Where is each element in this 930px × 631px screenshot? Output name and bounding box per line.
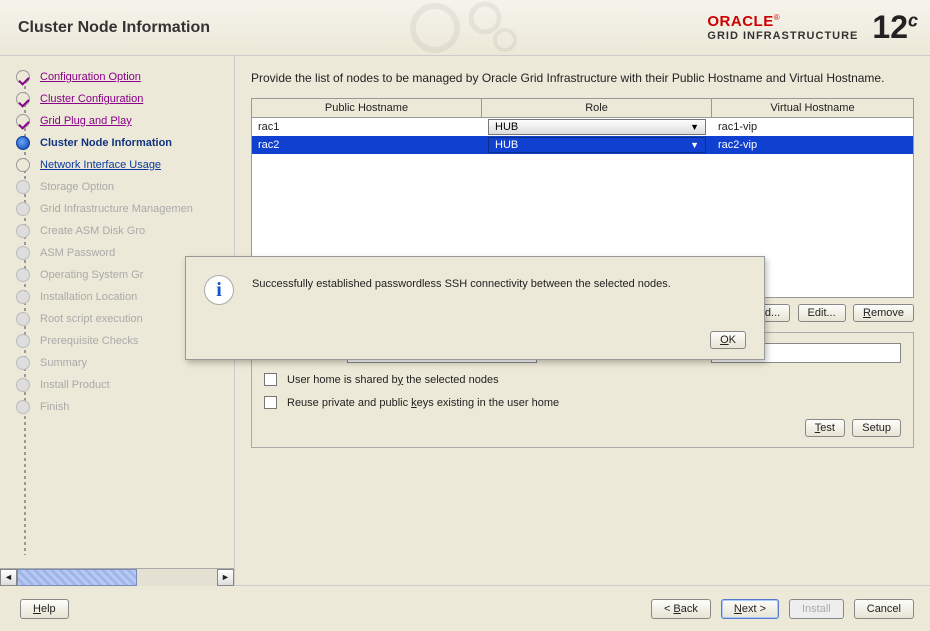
step-dot-icon: [16, 290, 30, 304]
step-dot-icon: [16, 268, 30, 282]
sidebar-scrollbar[interactable]: ◄ ►: [0, 568, 234, 585]
step-dot-icon: [16, 92, 30, 106]
col-header-public[interactable]: Public Hostname: [252, 99, 482, 117]
step-dot-icon: [16, 312, 30, 326]
step-dot-icon: [16, 180, 30, 194]
step-grid-infra-management: Grid Infrastructure Managemen: [0, 198, 234, 220]
info-icon: i: [204, 275, 234, 305]
back-button[interactable]: < Back: [651, 599, 711, 619]
step-dot-icon: [16, 356, 30, 370]
cell-role[interactable]: HUB ▼: [482, 136, 712, 154]
help-button[interactable]: Help: [20, 599, 69, 619]
brand-oracle: ORACLE: [707, 13, 773, 30]
table-row[interactable]: rac1 HUB ▼ rac1-vip: [252, 118, 913, 136]
table-row[interactable]: rac2 HUB ▼ rac2-vip: [252, 136, 913, 154]
edit-button[interactable]: Edit...: [798, 304, 846, 322]
next-button[interactable]: Next >: [721, 599, 779, 619]
cell-role[interactable]: HUB ▼: [482, 118, 712, 136]
step-dot-icon: [16, 246, 30, 260]
instruction-text: Provide the list of nodes to be managed …: [251, 70, 914, 86]
scroll-thumb[interactable]: [17, 569, 137, 586]
shared-home-label: User home is shared by the selected node…: [287, 374, 499, 386]
step-finish: Finish: [0, 396, 234, 418]
reuse-keys-label: Reuse private and public keys existing i…: [287, 397, 559, 409]
step-create-asm-disk-group: Create ASM Disk Gro: [0, 220, 234, 242]
role-value: HUB: [495, 139, 518, 151]
oracle-logo: ORACLE® GRID INFRASTRUCTURE 12c: [707, 9, 918, 46]
decorative-gears: [375, 0, 555, 55]
cell-virtual-hostname: rac1-vip: [712, 120, 913, 134]
table-header: Public Hostname Role Virtual Hostname: [252, 99, 913, 118]
ssh-panel-buttons: Test Setup: [264, 419, 901, 437]
page-title: Cluster Node Information: [18, 19, 210, 37]
cancel-button[interactable]: Cancel: [854, 599, 914, 619]
step-dot-icon: [16, 70, 30, 84]
step-dot-icon: [16, 224, 30, 238]
step-storage-option: Storage Option: [0, 176, 234, 198]
shared-home-checkbox[interactable]: [264, 373, 277, 386]
setup-button[interactable]: Setup: [852, 419, 901, 437]
ok-button[interactable]: OK: [710, 331, 746, 349]
reuse-keys-row: Reuse private and public keys existing i…: [264, 396, 901, 409]
step-dot-icon: [16, 202, 30, 216]
col-header-role[interactable]: Role: [482, 99, 712, 117]
dialog-message: Successfully established passwordless SS…: [252, 275, 671, 292]
step-grid-plug-and-play[interactable]: Grid Plug and Play: [0, 110, 234, 132]
footer: Help < Back Next > Install Cancel: [0, 585, 930, 631]
reuse-keys-checkbox[interactable]: [264, 396, 277, 409]
ssh-success-dialog: i Successfully established passwordless …: [185, 256, 765, 360]
step-install-product: Install Product: [0, 374, 234, 396]
step-dot-icon: [16, 158, 30, 172]
step-cluster-configuration[interactable]: Cluster Configuration: [0, 88, 234, 110]
step-cluster-node-information[interactable]: Cluster Node Information: [0, 132, 234, 154]
scroll-right-icon[interactable]: ►: [217, 569, 234, 586]
scroll-left-icon[interactable]: ◄: [0, 569, 17, 586]
chevron-down-icon[interactable]: ▼: [690, 140, 699, 150]
header: Cluster Node Information ORACLE® GRID IN…: [0, 0, 930, 55]
step-network-interface-usage[interactable]: Network Interface Usage: [0, 154, 234, 176]
brand-sub: GRID INFRASTRUCTURE: [707, 30, 858, 42]
step-dot-icon: [16, 400, 30, 414]
step-dot-icon: [16, 378, 30, 392]
test-button[interactable]: Test: [805, 419, 845, 437]
step-dot-icon: [16, 114, 30, 128]
remove-button[interactable]: Remove: [853, 304, 914, 322]
scroll-track[interactable]: [17, 569, 217, 586]
cell-public-hostname: rac1: [252, 120, 482, 134]
registered-icon: ®: [774, 13, 780, 22]
install-button: Install: [789, 599, 844, 619]
cell-public-hostname: rac2: [252, 138, 482, 152]
shared-home-row: User home is shared by the selected node…: [264, 373, 901, 386]
col-header-virtual[interactable]: Virtual Hostname: [712, 99, 913, 117]
step-dot-icon: [16, 334, 30, 348]
brand-version: 12c: [872, 9, 918, 46]
chevron-down-icon[interactable]: ▼: [690, 122, 699, 132]
role-value: HUB: [495, 121, 518, 133]
step-configuration-option[interactable]: Configuration Option: [0, 66, 234, 88]
step-dot-icon: [16, 136, 30, 150]
cell-virtual-hostname: rac2-vip: [712, 138, 913, 152]
